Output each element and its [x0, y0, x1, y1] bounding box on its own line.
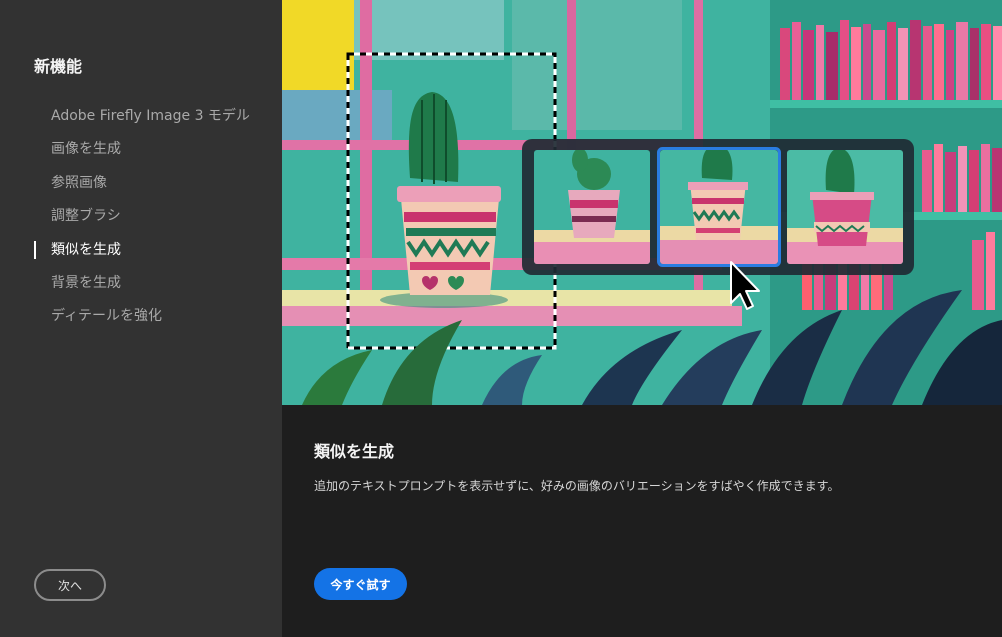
sidebar-item-reference-image[interactable]: 参照画像: [34, 171, 274, 204]
sidebar-item-label: 参照画像: [51, 174, 107, 191]
sidebar-item-generate-background[interactable]: 背景を生成: [34, 271, 274, 304]
try-now-button[interactable]: 今すぐ試す: [314, 568, 407, 600]
feature-description: 追加のテキストプロンプトを表示せずに、好みの画像のバリエーションをすばやく作成で…: [314, 479, 840, 493]
feature-detail-panel: 類似を生成 追加のテキストプロンプトを表示せずに、好みの画像のバリエーションをす…: [282, 405, 1002, 637]
sidebar-item-generate-similar[interactable]: 類似を生成: [34, 238, 274, 271]
sidebar: 新機能 Adobe Firefly Image 3 モデル 画像を生成 参照画像…: [0, 0, 282, 637]
feature-nav: Adobe Firefly Image 3 モデル 画像を生成 参照画像 調整ブ…: [34, 104, 274, 338]
hero-illustration: [282, 0, 1002, 405]
feature-title: 類似を生成: [314, 442, 395, 461]
sidebar-item-generate-image[interactable]: 画像を生成: [34, 137, 274, 170]
sidebar-item-label: Adobe Firefly Image 3 モデル: [51, 108, 250, 124]
sidebar-item-label: 背景を生成: [51, 274, 121, 291]
sidebar-item-adjustment-brush[interactable]: 調整ブラシ: [34, 204, 274, 237]
sidebar-item-label: 調整ブラシ: [51, 208, 121, 225]
sidebar-item-firefly-image-3[interactable]: Adobe Firefly Image 3 モデル: [34, 104, 274, 137]
sidebar-item-label: 類似を生成: [51, 241, 121, 258]
sidebar-item-label: 画像を生成: [51, 141, 121, 158]
next-button[interactable]: 次へ: [34, 569, 106, 601]
active-indicator: [34, 240, 36, 259]
cactus-scene-image: [282, 0, 1002, 405]
sidebar-title: 新機能: [34, 57, 83, 76]
sidebar-item-enhance-detail[interactable]: ディテールを強化: [34, 304, 274, 337]
sidebar-item-label: ディテールを強化: [51, 308, 163, 325]
